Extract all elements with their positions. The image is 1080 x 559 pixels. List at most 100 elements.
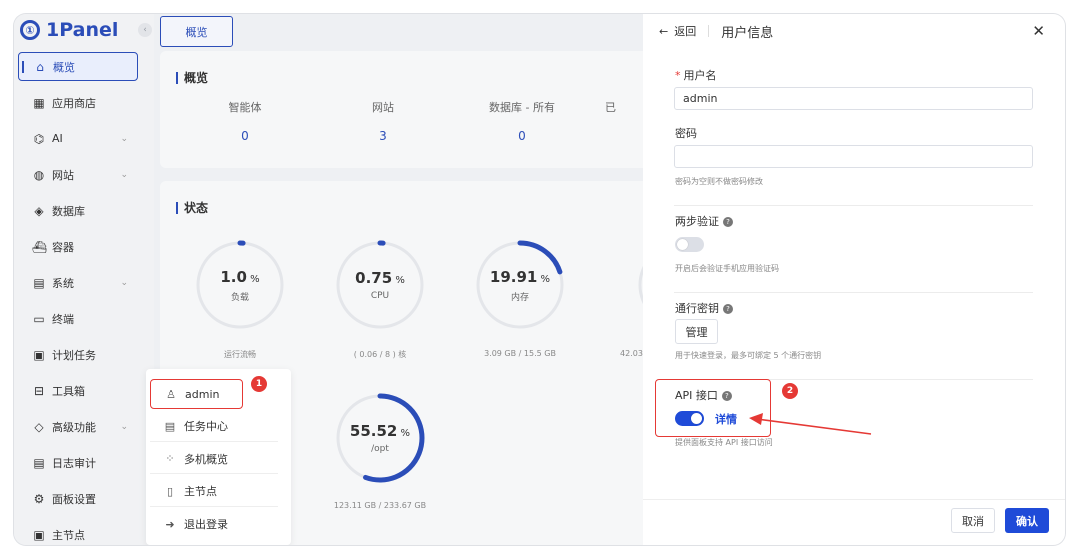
- stat-value: 0: [518, 129, 526, 143]
- help-icon[interactable]: ?: [723, 304, 733, 314]
- sidebar-item-5[interactable]: ⛴ 容器: [18, 232, 138, 261]
- node-icon: ▣: [33, 527, 45, 542]
- user-menu-item-0[interactable]: ♙ admin: [150, 379, 243, 409]
- gauge-number: 0.75: [355, 269, 393, 287]
- api-detail-link[interactable]: 详情: [715, 411, 737, 427]
- sidebar-item-label: 计划任务: [52, 348, 96, 362]
- server-icon: ▯: [166, 484, 174, 498]
- user-menu-label: 多机概览: [184, 452, 228, 466]
- toggle-knob: [677, 239, 688, 250]
- user-menu-label: 主节点: [184, 485, 217, 498]
- sidebar-item-2[interactable]: ⌬ AI ⌄: [18, 124, 138, 153]
- sidebar-item-0[interactable]: ⌂ 概览: [18, 52, 138, 81]
- mfa-label: 两步验证?: [675, 213, 733, 229]
- password-label: 密码: [675, 127, 697, 140]
- cancel-button[interactable]: 取消: [951, 508, 995, 533]
- sidebar-item-13[interactable]: ▣ 主节点: [18, 520, 138, 545]
- tab-overview[interactable]: 概览: [160, 16, 233, 47]
- sidebar-item-label: 终端: [52, 312, 74, 326]
- calendar-icon: ▣: [33, 347, 45, 362]
- user-menu-label: 退出登录: [184, 518, 228, 531]
- home-icon: ⌂: [36, 59, 44, 74]
- user-menu-item-2[interactable]: ⁘ 多机概览: [150, 444, 278, 474]
- terminal-icon: ▭: [33, 311, 45, 326]
- docker-icon: ⛴: [32, 239, 48, 254]
- sidebar-item-label: 日志审计: [52, 456, 96, 470]
- grid-icon: ▦: [33, 95, 45, 110]
- gauge-unit: %: [537, 273, 551, 285]
- passkey-label-text: 通行密钥: [675, 302, 719, 315]
- mfa-hint: 开启后会验证手机应用验证码: [675, 264, 779, 273]
- system-icon: ▤: [33, 275, 45, 290]
- user-menu-item-3[interactable]: ▯ 主节点: [150, 477, 278, 507]
- sidebar-item-label: 容器: [52, 240, 74, 254]
- user-icon: ♙: [166, 387, 176, 401]
- close-icon[interactable]: ✕: [1032, 22, 1045, 40]
- sidebar-item-12[interactable]: ⚙ 面板设置: [18, 484, 138, 513]
- logo: ① 1Panel: [20, 17, 118, 43]
- collapse-sidebar-icon[interactable]: ‹: [138, 23, 152, 37]
- annotation-arrow: [749, 413, 872, 435]
- sidebar-item-8[interactable]: ▣ 计划任务: [18, 340, 138, 369]
- gauge-0[interactable]: 1.0 % 负载: [192, 237, 288, 333]
- sidebar-item-3[interactable]: ◍ 网站 ⌄: [18, 160, 138, 189]
- help-icon[interactable]: ?: [723, 217, 733, 227]
- gauge-number: 1.0: [220, 267, 247, 286]
- log-icon: ▤: [33, 455, 45, 470]
- help-icon[interactable]: ?: [721, 391, 732, 401]
- stat-agents[interactable]: 智能体 0: [200, 99, 290, 143]
- sidebar-item-label: 主节点: [52, 528, 85, 542]
- annotation-badge-1: 1: [251, 376, 267, 392]
- gauge-text: 1.0 % 负载: [192, 237, 288, 333]
- sidebar-item-label: 高级功能: [52, 420, 96, 434]
- status-title: 状态: [176, 199, 208, 216]
- user-info-drawer: ← 返回 用户信息 ✕ * 用户名 admin 密码 密码为空则不做密码修改 两步…: [643, 14, 1065, 545]
- api-label: API 接口?: [675, 387, 732, 403]
- sidebar-item-label: AI: [52, 132, 63, 145]
- gauge-sub: 3.09 GB / 15.5 GB: [484, 349, 556, 358]
- user-menu-label: admin: [185, 387, 220, 401]
- stat-value: 0: [241, 129, 249, 143]
- stat-installed[interactable]: 已: [605, 99, 645, 115]
- task-icon: ▤: [164, 419, 176, 433]
- stat-databases[interactable]: 数据库 - 所有 0: [477, 99, 567, 143]
- gauge-1[interactable]: 0.75 % CPU: [332, 237, 428, 333]
- user-menu-item-4[interactable]: ➜ 退出登录: [150, 509, 278, 539]
- gauge-number: 55.52: [349, 422, 398, 440]
- gauge-value: 19.91 %: [490, 268, 550, 286]
- api-toggle[interactable]: [675, 411, 704, 426]
- sidebar-item-label: 工具箱: [52, 384, 85, 398]
- passkey-manage-button[interactable]: 管理: [675, 319, 718, 344]
- confirm-button[interactable]: 确认: [1005, 508, 1049, 533]
- gauge-2[interactable]: 19.91 % 内存: [472, 237, 568, 333]
- sidebar-item-10[interactable]: ◇ 高级功能 ⌄: [18, 412, 138, 441]
- user-menu: ♙ admin ▤ 任务中心 ⁘ 多机概览 ▯ 主节点 ➜ 退出登录: [146, 369, 291, 545]
- password-input[interactable]: [674, 145, 1033, 168]
- mfa-toggle[interactable]: [675, 237, 704, 252]
- sidebar-item-6[interactable]: ▤ 系统 ⌄: [18, 268, 138, 297]
- layers-icon: ◈: [34, 203, 44, 218]
- sidebar-item-9[interactable]: ⊟ 工具箱: [18, 376, 138, 405]
- globe-icon: ◍: [33, 167, 45, 182]
- user-menu-item-1[interactable]: ▤ 任务中心: [150, 412, 278, 442]
- overview-title: 概览: [176, 69, 208, 86]
- gauge-3[interactable]: 55.52 % /opt: [332, 390, 428, 486]
- back-button[interactable]: ← 返回: [659, 23, 696, 39]
- logo-mark: ①: [20, 20, 40, 40]
- chevron-down-icon: ⌄: [120, 169, 128, 180]
- diamond-icon: ◇: [34, 419, 44, 434]
- gauge-sub: 运行流畅: [224, 350, 256, 359]
- chevron-down-icon: ⌄: [120, 277, 128, 288]
- multi-icon: ⁘: [165, 452, 175, 465]
- sidebar-item-4[interactable]: ◈ 数据库: [18, 196, 138, 225]
- stat-label: 已: [605, 101, 616, 114]
- overview-card: 概览 智能体 0 网站 3 数据库 - 所有 0 已: [160, 51, 660, 168]
- sidebar-item-11[interactable]: ▤ 日志审计: [18, 448, 138, 477]
- stat-websites[interactable]: 网站 3: [338, 99, 428, 143]
- stat-label: 智能体: [228, 101, 262, 114]
- username-input[interactable]: admin: [674, 87, 1033, 110]
- sidebar-item-7[interactable]: ▭ 终端: [18, 304, 138, 333]
- sidebar-item-1[interactable]: ▦ 应用商店: [18, 88, 138, 117]
- gauge-text: 55.52 % /opt: [332, 390, 428, 486]
- drawer-footer: 取消 确认: [643, 499, 1065, 545]
